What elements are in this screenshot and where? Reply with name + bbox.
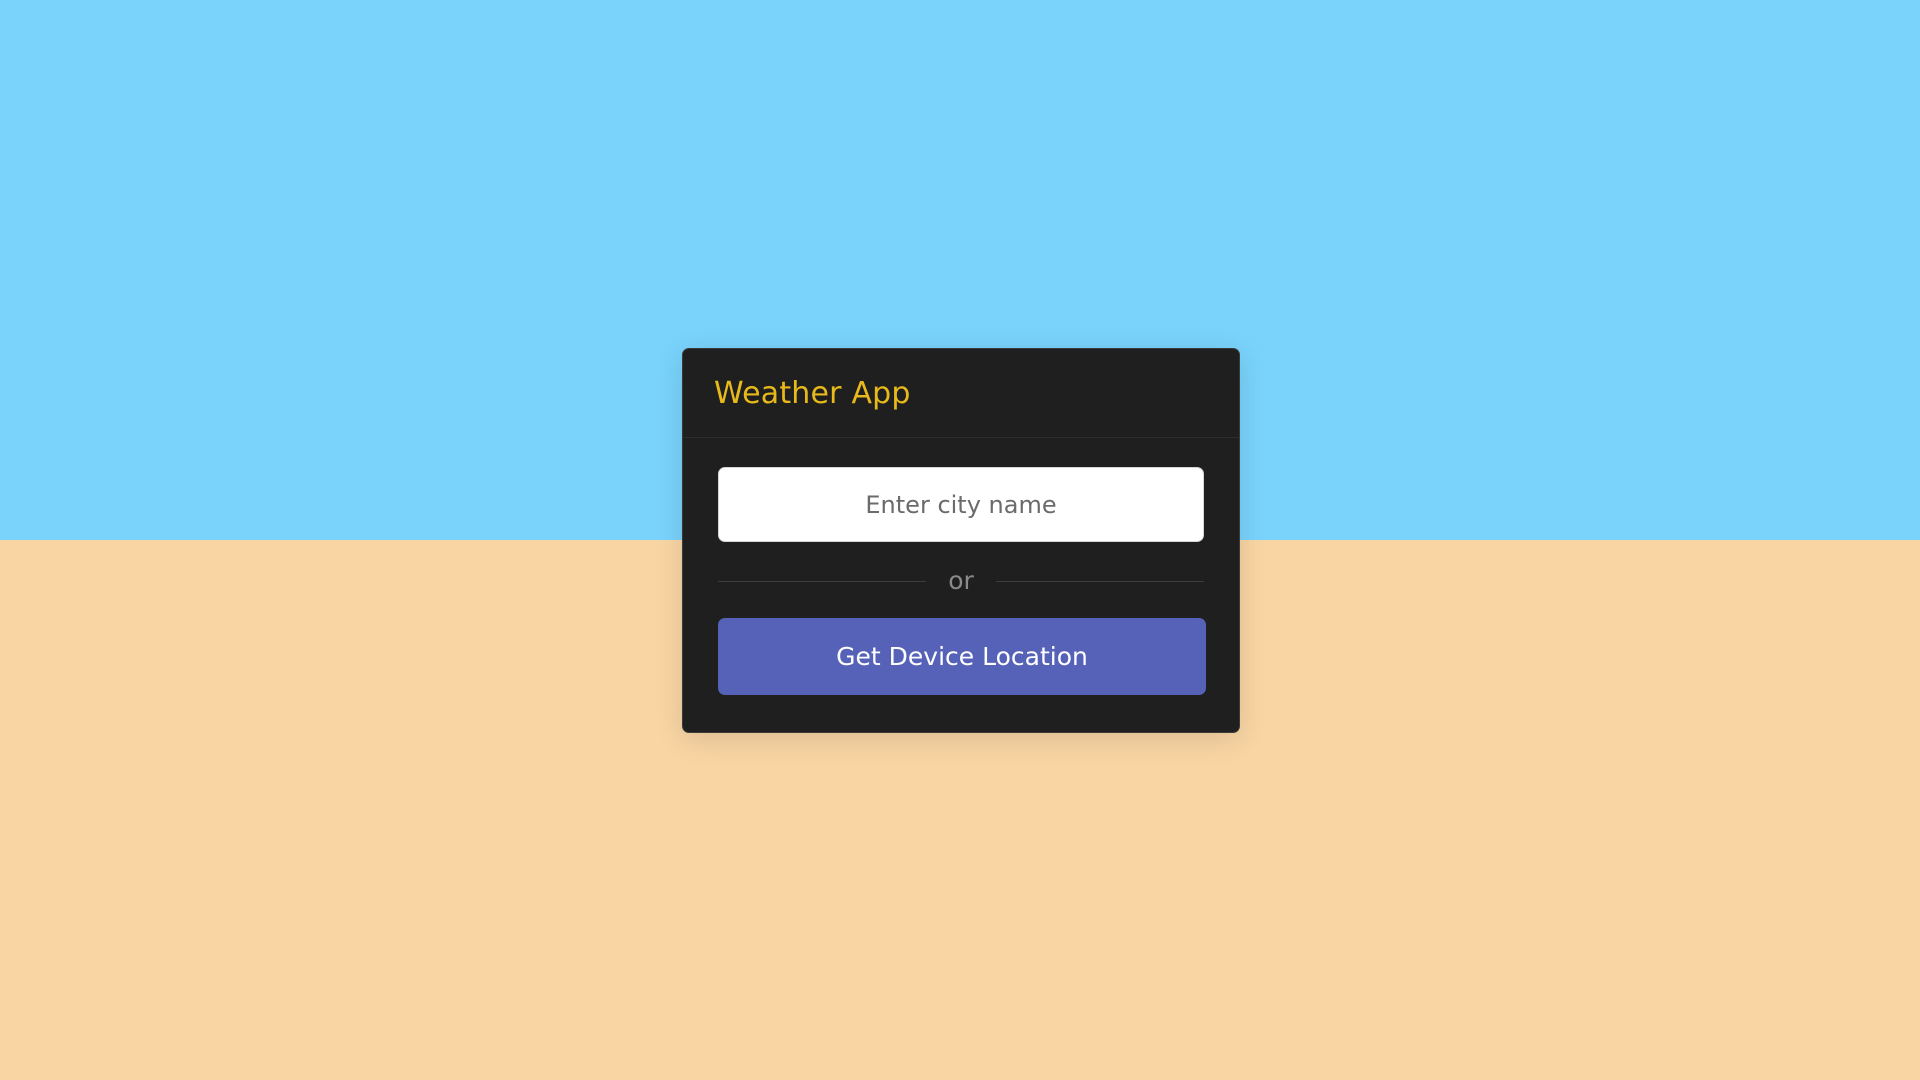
separator-label: or [948,566,974,595]
city-search-input[interactable] [718,467,1204,542]
weather-card: Weather App or Get Device Location [682,348,1240,733]
card-body: or Get Device Location [683,467,1239,695]
get-device-location-button[interactable]: Get Device Location [718,618,1206,695]
separator-line-right [996,581,1204,582]
app-title: Weather App [714,375,911,411]
or-separator: or [718,564,1204,598]
card-header: Weather App [683,349,1239,438]
separator-line-left [718,581,926,582]
